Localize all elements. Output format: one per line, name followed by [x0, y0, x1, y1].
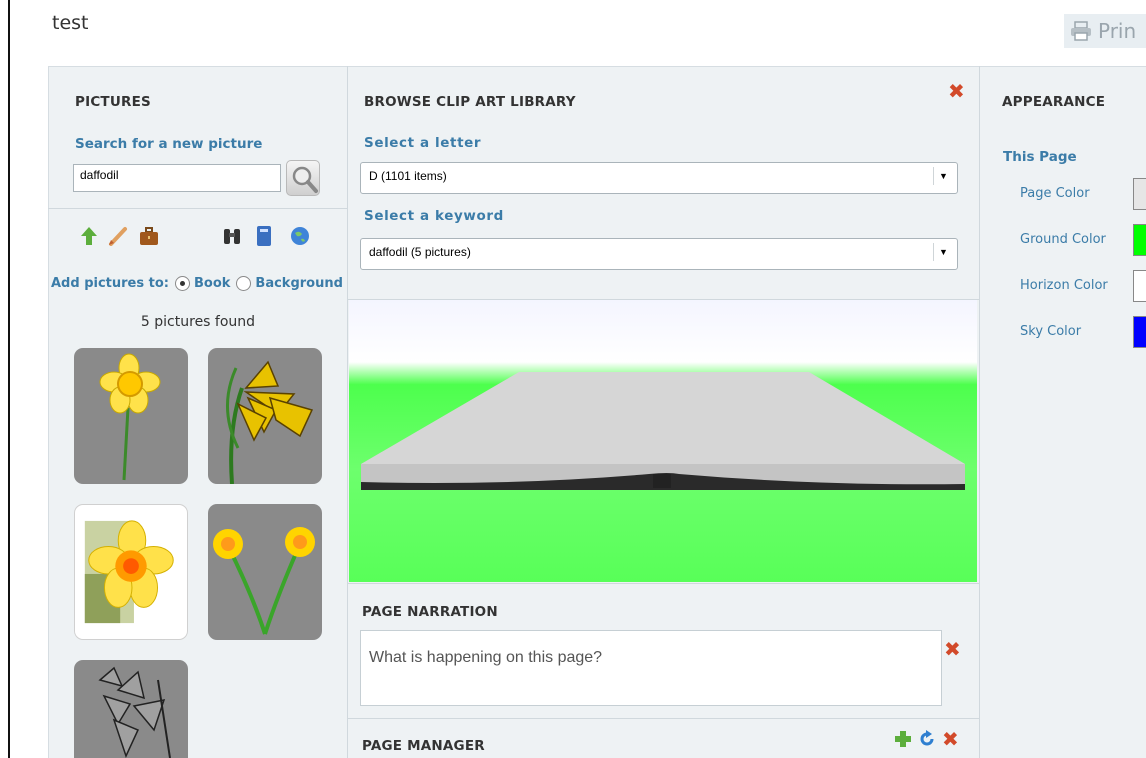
narration-heading: PAGE NARRATION: [362, 604, 498, 620]
print-label: Prin: [1098, 19, 1137, 43]
picture-thumbnail-1[interactable]: [74, 348, 188, 484]
binoculars-icon[interactable]: [222, 226, 242, 246]
open-book-image: [361, 372, 965, 490]
background-radio-label[interactable]: Background: [255, 276, 343, 291]
daffodil-image: [226, 360, 314, 484]
horizon-color-label: Horizon Color: [1020, 278, 1108, 293]
document-title: test: [52, 12, 89, 34]
separator: [348, 718, 979, 719]
book-radio-label[interactable]: Book: [194, 276, 230, 291]
left-border-line: [8, 0, 10, 758]
delete-narration-icon[interactable]: ✖: [944, 639, 961, 659]
picture-thumbnail-4[interactable]: [208, 504, 322, 640]
letter-select-value: D (1101 items): [369, 169, 447, 183]
search-label: Search for a new picture: [75, 136, 263, 152]
delete-page-icon[interactable]: ✖: [942, 729, 959, 749]
dropdown-arrow-icon: ▼: [933, 243, 953, 261]
keyword-select[interactable]: daffodil (5 pictures) ▼: [360, 238, 958, 270]
appearance-heading: APPEARANCE: [1002, 94, 1106, 110]
sky-color-label: Sky Color: [1020, 324, 1082, 339]
add-page-icon[interactable]: [894, 730, 912, 748]
book-icon[interactable]: [256, 225, 272, 247]
dropdown-arrow-icon: ▼: [933, 167, 953, 185]
picture-thumbnail-3[interactable]: [74, 504, 188, 640]
picture-search-input[interactable]: daffodil: [73, 164, 281, 192]
clipart-heading: BROWSE CLIP ART LIBRARY: [364, 94, 576, 110]
daffodil-image: [99, 353, 161, 481]
select-letter-label: Select a letter: [364, 135, 482, 151]
daffodil-image: [84, 520, 174, 624]
page-manager-heading: PAGE MANAGER: [362, 738, 485, 754]
letter-select[interactable]: D (1101 items) ▼: [360, 162, 958, 194]
daffodil-image: [98, 666, 171, 758]
pencil-icon[interactable]: [108, 226, 128, 246]
pictures-heading: PICTURES: [75, 94, 151, 110]
picture-thumbnail-5[interactable]: [74, 660, 188, 758]
sky-color-swatch[interactable]: [1133, 316, 1146, 348]
print-button[interactable]: Prin: [1064, 14, 1146, 48]
magnifier-icon: [292, 166, 318, 193]
book-3d-preview[interactable]: [349, 300, 977, 582]
page-color-swatch[interactable]: [1133, 178, 1146, 210]
separator: [348, 583, 979, 584]
results-count: 5 pictures found: [140, 314, 256, 330]
background-radio[interactable]: [236, 276, 252, 291]
globe-icon[interactable]: [290, 226, 310, 246]
column-divider: [347, 66, 348, 758]
refresh-icon[interactable]: [918, 730, 936, 748]
search-button[interactable]: [286, 160, 320, 196]
briefcase-icon[interactable]: [139, 226, 159, 246]
add-to-label: Add pictures to:: [51, 276, 169, 291]
select-keyword-label: Select a keyword: [364, 208, 504, 224]
add-pictures-to: Add pictures to: Book Background: [51, 276, 343, 291]
ground-color-label: Ground Color: [1020, 232, 1106, 247]
close-clipart-icon[interactable]: ✖: [948, 81, 965, 101]
printer-icon: [1071, 21, 1091, 41]
separator: [48, 208, 347, 209]
up-arrow-icon[interactable]: [80, 226, 98, 246]
ground-color-swatch[interactable]: [1133, 224, 1146, 256]
this-page-label: This Page: [1003, 149, 1077, 165]
book-radio[interactable]: [174, 276, 190, 291]
keyword-select-value: daffodil (5 pictures): [369, 245, 471, 259]
page-color-label: Page Color: [1020, 186, 1090, 201]
horizon-color-swatch[interactable]: [1133, 270, 1146, 302]
column-divider: [979, 66, 980, 758]
narration-textarea[interactable]: What is happening on this page?: [360, 630, 942, 706]
daffodil-image: [213, 527, 315, 635]
picture-thumbnail-2[interactable]: [208, 348, 322, 484]
